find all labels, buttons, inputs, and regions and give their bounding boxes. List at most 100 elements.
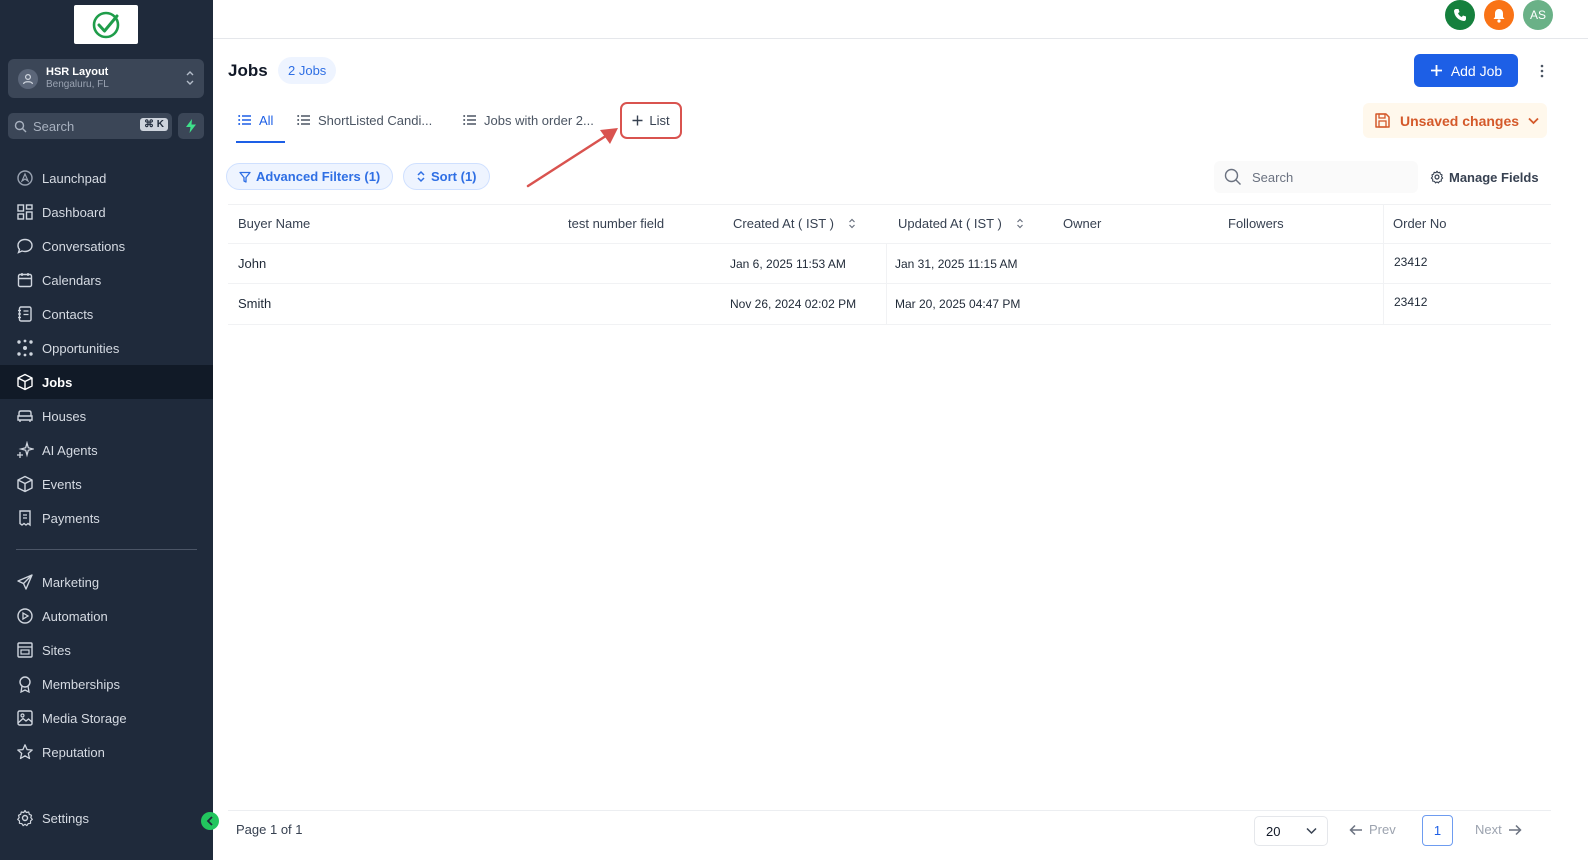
sort-icon[interactable] <box>1016 218 1024 229</box>
sidebar-item-sites[interactable]: Sites <box>0 633 213 667</box>
sidebar-item-houses[interactable]: Houses <box>0 399 213 433</box>
receipt-icon <box>19 510 31 527</box>
sidebar-item-marketing[interactable]: Marketing <box>0 565 213 599</box>
company-logo[interactable] <box>74 5 138 44</box>
sidebar-item-reputation[interactable]: Reputation <box>0 735 213 769</box>
sidebar-item-calendars[interactable]: Calendars <box>0 263 213 297</box>
sidebar-item-launchpad[interactable]: Launchpad <box>0 161 213 195</box>
annotation-arrow-icon <box>526 128 618 188</box>
sort-button[interactable]: Sort (1) <box>403 163 490 190</box>
list-icon <box>463 115 476 125</box>
gear-icon <box>17 809 33 827</box>
column-header-buyer-name[interactable]: Buyer Name <box>238 208 310 238</box>
prev-page-button[interactable]: Prev <box>1349 822 1396 837</box>
sidebar-item-label: Houses <box>42 408 87 424</box>
user-icon <box>22 73 34 84</box>
cube-icon <box>17 475 33 493</box>
advanced-filters-label: Advanced Filters (1) <box>256 169 381 184</box>
list-icon <box>238 115 251 125</box>
sidebar-item-label: Memberships <box>42 676 121 692</box>
notifications-button[interactable] <box>1484 0 1514 30</box>
advanced-filters-button[interactable]: Advanced Filters (1) <box>226 163 394 190</box>
grid-icon <box>17 204 33 220</box>
tab-all[interactable]: All <box>238 108 273 132</box>
sidebar-item-automation[interactable]: Automation <box>0 599 213 633</box>
sidebar-item-label: Marketing <box>42 574 100 590</box>
sidebar-item-events[interactable]: Events <box>0 467 213 501</box>
cube-icon <box>17 373 33 391</box>
column-header-updated-at[interactable]: Updated At ( IST ) <box>898 208 1024 238</box>
gear-icon <box>1430 170 1444 184</box>
sidebar-item-label: Automation <box>42 608 108 624</box>
per-page-select[interactable]: 20 <box>1254 816 1328 846</box>
column-header-test-number-field[interactable]: test number field <box>568 208 664 238</box>
save-icon <box>1375 113 1390 128</box>
bell-icon <box>1493 8 1505 23</box>
sidebar-item-label: Reputation <box>42 744 105 760</box>
add-list-button[interactable]: List <box>620 102 682 139</box>
table-search-input[interactable]: Search <box>1214 161 1418 193</box>
quick-action-button[interactable] <box>178 113 204 139</box>
sidebar-item-media-storage[interactable]: Media Storage <box>0 701 213 735</box>
sidebar-item-dashboard[interactable]: Dashboard <box>0 195 213 229</box>
table-search-placeholder: Search <box>1252 169 1294 185</box>
search-icon <box>14 120 27 132</box>
sidebar-search-placeholder: Search <box>33 118 75 134</box>
page-title: Jobs <box>228 61 268 80</box>
chat-icon <box>17 238 33 254</box>
sidebar-item-label: Dashboard <box>42 204 106 220</box>
sidebar-item-settings[interactable]: Settings <box>0 801 213 835</box>
star-icon <box>17 744 33 760</box>
manage-fields-button[interactable]: Manage Fields <box>1430 166 1539 188</box>
location-switcher[interactable]: HSR Layout Bengaluru, FL <box>8 59 204 98</box>
cell-created-at: Jan 6, 2025 11:53 AM <box>730 257 846 271</box>
bolt-icon <box>186 119 196 133</box>
column-header-created-at[interactable]: Created At ( IST ) <box>733 208 856 238</box>
chevron-left-icon <box>206 816 213 826</box>
user-avatar[interactable]: AS <box>1523 0 1553 30</box>
cell-buyer-name[interactable]: Smith <box>238 296 271 311</box>
calendar-icon <box>17 273 33 288</box>
column-header-order-no[interactable]: Order No <box>1393 208 1446 238</box>
more-options-button[interactable] <box>1535 62 1549 80</box>
sort-icon[interactable] <box>848 218 856 229</box>
sidebar-item-label: Opportunities <box>42 340 120 356</box>
chevron-down-icon <box>1306 827 1317 835</box>
sidebar-item-label: Jobs <box>42 374 73 390</box>
cell-buyer-name[interactable]: John <box>238 256 266 271</box>
page-number-button[interactable]: 1 <box>1422 815 1453 846</box>
sidebar-item-ai-agents[interactable]: AI Agents <box>0 433 213 467</box>
column-header-label: Created At ( IST ) <box>733 215 834 231</box>
sidebar-item-conversations[interactable]: Conversations <box>0 229 213 263</box>
add-job-button[interactable]: Add Job <box>1414 54 1518 87</box>
column-header-followers[interactable]: Followers <box>1228 208 1284 238</box>
image-icon <box>17 710 33 726</box>
sidebar-search[interactable]: Search ⌘ K <box>8 113 172 139</box>
sidebar-item-jobs[interactable]: Jobs <box>0 365 213 399</box>
plus-icon <box>1430 65 1442 76</box>
phone-button[interactable] <box>1445 0 1475 30</box>
plus-icon <box>632 115 643 126</box>
arrow-left-icon <box>1349 824 1362 835</box>
sidebar-collapse-button[interactable] <box>201 812 219 830</box>
rocket-icon <box>17 170 33 186</box>
column-header-label: Owner <box>1063 215 1102 231</box>
cell-created-at: Nov 26, 2024 02:02 PM <box>730 297 857 311</box>
check-logo-icon <box>92 11 120 38</box>
tab-shortlisted-candidates[interactable]: ShortListed Candi... <box>297 108 432 132</box>
phone-icon <box>1454 9 1466 21</box>
sidebar-item-label: Calendars <box>42 272 102 288</box>
sidebar-item-label: Media Storage <box>42 710 127 726</box>
sidebar-item-label: Settings <box>42 810 89 826</box>
sites-icon <box>17 642 33 658</box>
column-header-label: Buyer Name <box>238 215 311 231</box>
next-page-button[interactable]: Next <box>1475 822 1522 837</box>
add-job-label: Add Job <box>1450 62 1503 79</box>
unsaved-changes-dropdown[interactable]: Unsaved changes <box>1363 103 1547 138</box>
sidebar-item-memberships[interactable]: Memberships <box>0 667 213 701</box>
sidebar-item-payments[interactable]: Payments <box>0 501 213 535</box>
column-divider <box>1383 204 1384 324</box>
column-header-owner[interactable]: Owner <box>1063 208 1101 238</box>
sidebar-item-contacts[interactable]: Contacts <box>0 297 213 331</box>
sidebar-item-opportunities[interactable]: Opportunities <box>0 331 213 365</box>
